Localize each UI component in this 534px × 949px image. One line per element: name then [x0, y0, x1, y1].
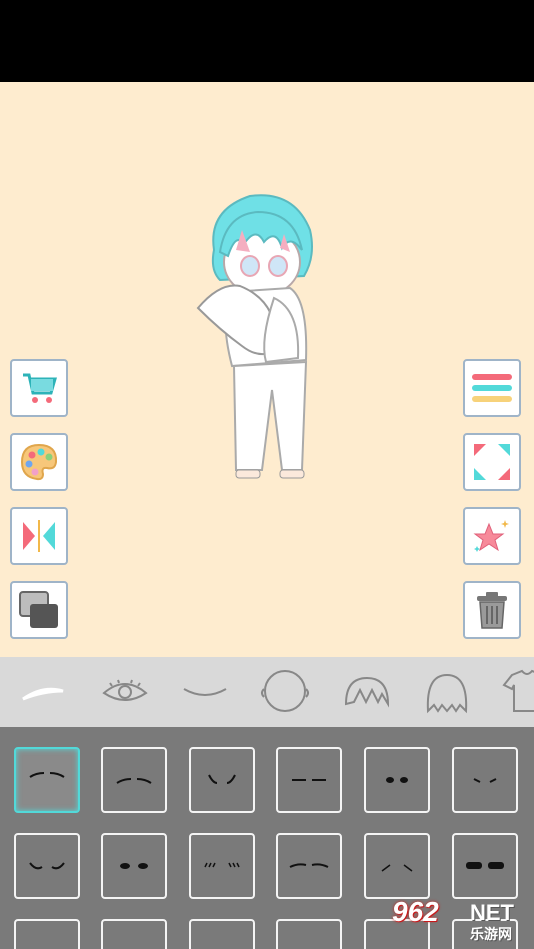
- eyebrow-option[interactable]: [14, 833, 80, 899]
- tab-eyes[interactable]: [98, 665, 152, 719]
- category-tab-bar: [0, 657, 534, 727]
- tab-outfit[interactable]: [500, 665, 534, 719]
- menu-icon: [472, 374, 512, 402]
- mirror-flip-icon: [23, 520, 55, 552]
- watermark-number: 962: [392, 896, 439, 927]
- watermark-chinese: 乐游网: [470, 926, 512, 942]
- eyebrow-style-6-icon: [473, 778, 497, 783]
- eyebrow-option[interactable]: [189, 833, 255, 899]
- expand-icon: [474, 444, 510, 480]
- color-palette-button[interactable]: [10, 433, 68, 491]
- site-watermark: 962 NET 乐游网: [392, 896, 532, 946]
- eyebrow-option[interactable]: [276, 747, 342, 813]
- character-stage[interactable]: [0, 82, 534, 657]
- eyebrow-style-9-icon: [204, 862, 240, 868]
- eyebrow-option[interactable]: [276, 833, 342, 899]
- layers-icon: [19, 591, 58, 628]
- eyebrow-style-12-icon: [466, 862, 504, 869]
- flip-button[interactable]: [10, 507, 68, 565]
- eyebrow-option[interactable]: [189, 919, 255, 949]
- tab-back-hair[interactable]: [420, 665, 474, 719]
- star-sparkle-icon: [473, 520, 509, 552]
- eyebrow-style-3-icon: [208, 774, 236, 784]
- layers-button[interactable]: [10, 581, 68, 639]
- tab-eyebrows[interactable]: [16, 665, 70, 719]
- character-avatar[interactable]: [190, 190, 330, 486]
- menu-button[interactable]: [463, 359, 521, 417]
- eyebrow-option[interactable]: [364, 747, 430, 813]
- eyebrow-option[interactable]: [452, 747, 518, 813]
- eyebrow-style-1-icon: [29, 772, 65, 778]
- eyebrow-option[interactable]: [14, 747, 80, 813]
- eyebrow-option[interactable]: [189, 747, 255, 813]
- eyebrow-option[interactable]: [101, 747, 167, 813]
- shop-cart-button[interactable]: [10, 359, 68, 417]
- shirt-icon: [502, 669, 534, 712]
- delete-button[interactable]: [463, 581, 521, 639]
- eyebrow-option[interactable]: [452, 833, 518, 899]
- trash-icon: [477, 592, 507, 629]
- eyebrow-option[interactable]: [14, 919, 80, 949]
- watermark-net: NET: [470, 900, 514, 925]
- eyebrow-style-7-icon: [29, 862, 65, 870]
- eyebrow-style-2-icon: [116, 778, 152, 784]
- palette-icon: [20, 443, 58, 481]
- tab-mouth[interactable]: [178, 665, 232, 719]
- eye-icon: [102, 679, 148, 701]
- eyebrow-icon: [22, 687, 64, 701]
- eyebrow-style-4-icon: [292, 779, 326, 781]
- cart-icon: [23, 373, 57, 403]
- tab-bangs[interactable]: [340, 665, 394, 719]
- mouth-icon: [183, 688, 227, 696]
- back-hair-icon: [426, 673, 468, 714]
- eyebrow-style-8-icon: [120, 863, 148, 869]
- fullscreen-button[interactable]: [463, 433, 521, 491]
- tab-face[interactable]: [258, 665, 312, 719]
- eyebrow-option[interactable]: [364, 833, 430, 899]
- eyebrow-style-10-icon: [289, 863, 329, 868]
- eyebrow-option[interactable]: [101, 919, 167, 949]
- eyebrow-style-5-icon: [386, 777, 408, 783]
- bangs-icon: [344, 676, 390, 708]
- eyebrow-option[interactable]: [101, 833, 167, 899]
- eyebrow-style-11-icon: [381, 864, 413, 872]
- favorite-button[interactable]: [463, 507, 521, 565]
- face-shape-icon: [261, 670, 309, 712]
- eyebrow-option[interactable]: [276, 919, 342, 949]
- status-bar: [0, 0, 534, 82]
